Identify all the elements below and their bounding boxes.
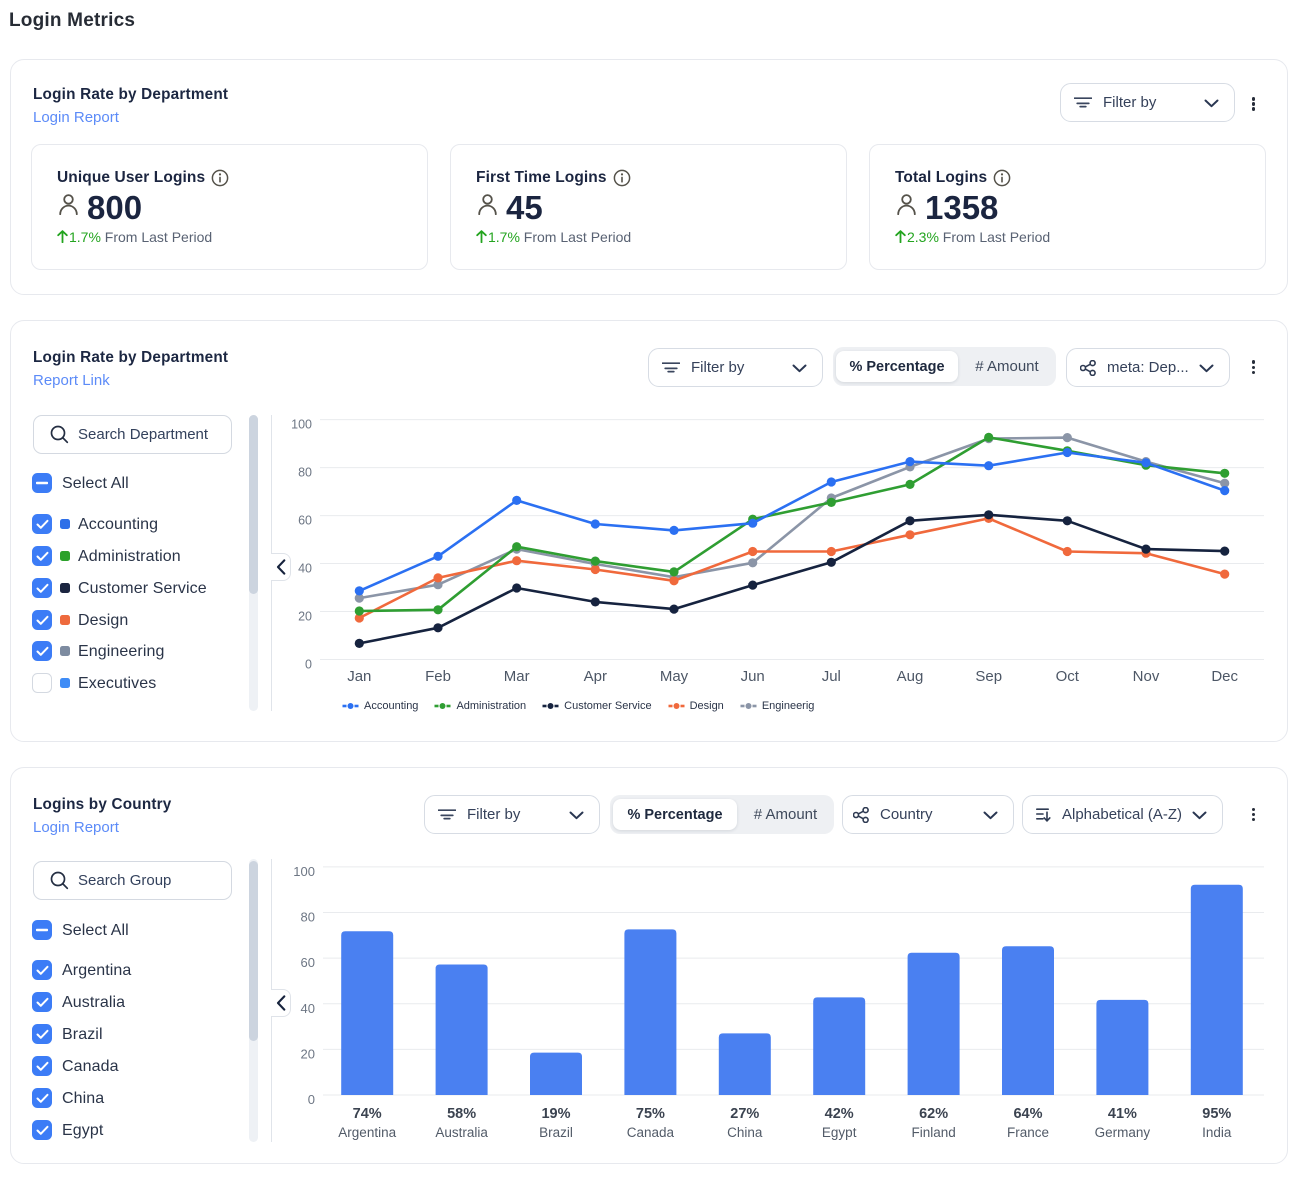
svg-text:Australia: Australia bbox=[435, 1125, 488, 1140]
svg-text:100: 100 bbox=[293, 864, 315, 879]
svg-text:0: 0 bbox=[308, 1092, 315, 1107]
svg-text:19%: 19% bbox=[541, 1106, 570, 1122]
svg-text:75%: 75% bbox=[636, 1106, 665, 1122]
svg-text:Canada: Canada bbox=[627, 1125, 675, 1140]
svg-text:74%: 74% bbox=[353, 1106, 382, 1122]
svg-text:Finland: Finland bbox=[911, 1125, 955, 1140]
svg-text:62%: 62% bbox=[919, 1106, 948, 1122]
svg-text:20: 20 bbox=[301, 1046, 315, 1061]
svg-text:France: France bbox=[1007, 1125, 1049, 1140]
svg-text:42%: 42% bbox=[825, 1106, 854, 1122]
svg-text:Egypt: Egypt bbox=[822, 1125, 857, 1140]
svg-text:Argentina: Argentina bbox=[338, 1125, 396, 1140]
svg-text:64%: 64% bbox=[1013, 1106, 1042, 1122]
svg-text:41%: 41% bbox=[1108, 1106, 1137, 1122]
svg-text:95%: 95% bbox=[1202, 1106, 1231, 1122]
svg-text:80: 80 bbox=[301, 910, 315, 925]
svg-text:Germany: Germany bbox=[1095, 1125, 1151, 1140]
svg-text:27%: 27% bbox=[730, 1106, 759, 1122]
svg-text:40: 40 bbox=[301, 1001, 315, 1016]
svg-text:58%: 58% bbox=[447, 1106, 476, 1122]
svg-text:Brazil: Brazil bbox=[539, 1125, 573, 1140]
svg-text:China: China bbox=[727, 1125, 763, 1140]
svg-text:India: India bbox=[1202, 1125, 1232, 1140]
svg-text:60: 60 bbox=[301, 955, 315, 970]
